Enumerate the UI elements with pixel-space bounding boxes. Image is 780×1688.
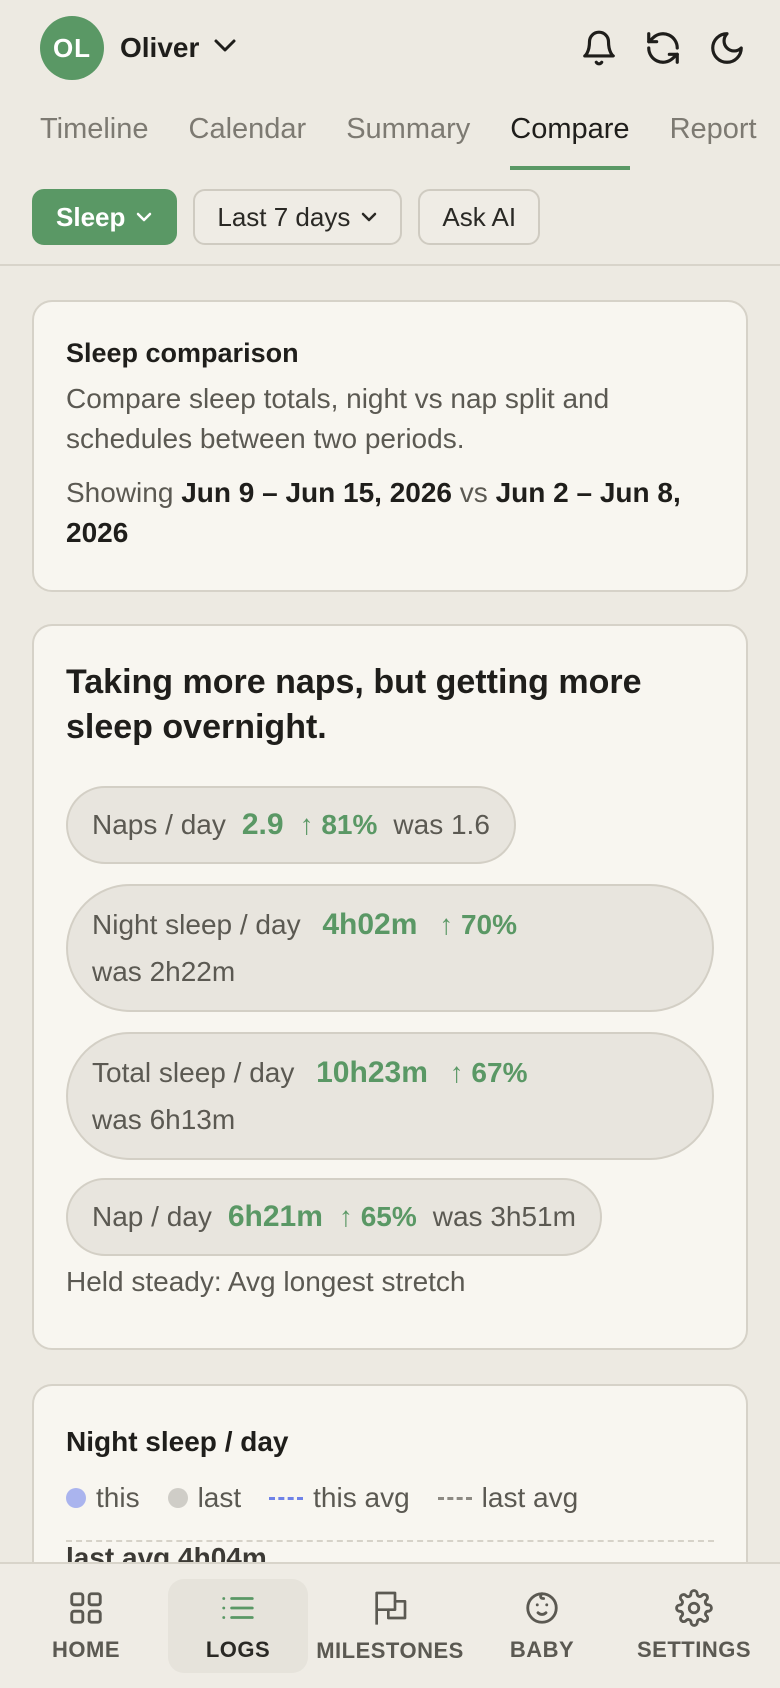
tab-timeline[interactable]: Timeline bbox=[40, 113, 149, 170]
card-title: Sleep comparison bbox=[66, 338, 299, 368]
chevron-down-icon[interactable] bbox=[213, 38, 237, 59]
metric-chip-night-sleep: Night sleep / day 4h02m ↑ 70% was 2h22m bbox=[66, 884, 714, 1012]
legend-label: this avg bbox=[313, 1482, 410, 1513]
current-range: Jun 9 – Jun 15, 2026 bbox=[181, 477, 452, 508]
nav-settings[interactable]: SETTINGS bbox=[624, 1579, 764, 1673]
grid-icon bbox=[70, 1592, 102, 1624]
refresh-icon[interactable] bbox=[642, 27, 684, 69]
metric-previous: was 3h51m bbox=[432, 1201, 576, 1232]
avatar[interactable]: OL bbox=[40, 16, 104, 80]
vs-label: vs bbox=[459, 477, 488, 508]
chevron-down-icon bbox=[362, 212, 377, 222]
chart-title: Night sleep / day bbox=[66, 1426, 289, 1457]
metric-label: Nap / day bbox=[92, 1201, 212, 1232]
legend-dot bbox=[66, 1488, 86, 1508]
list-icon bbox=[222, 1597, 254, 1619]
metric-value: 2.9 bbox=[241, 808, 284, 841]
nav-label: SETTINGS bbox=[636, 1637, 751, 1662]
gear-icon bbox=[675, 1589, 713, 1627]
metric-change: ↑ 65% bbox=[338, 1201, 417, 1232]
view-tabs: Timeline Calendar Summary Compare Report bbox=[0, 96, 780, 170]
metric-dropdown-label: Sleep bbox=[56, 201, 126, 232]
legend-item-last: last bbox=[167, 1482, 242, 1514]
nav-label: BABY bbox=[509, 1637, 575, 1662]
legend-dash bbox=[269, 1496, 304, 1500]
nav-home[interactable]: HOME bbox=[16, 1579, 156, 1673]
tab-report[interactable]: Report bbox=[670, 113, 757, 170]
metric-label: Naps / day bbox=[92, 809, 226, 840]
metric-chip-total-sleep: Total sleep / day 10h23m ↑ 67% was 6h13m bbox=[66, 1032, 714, 1160]
metric-previous: was 6h13m bbox=[92, 1104, 236, 1135]
sleep-comparison-card: Sleep comparison Compare sleep totals, n… bbox=[32, 300, 748, 592]
baby-face-icon bbox=[526, 1592, 558, 1624]
nav-milestones[interactable]: MILESTONES bbox=[316, 1579, 463, 1673]
metric-chip-nap: Nap / day 6h21m ↑ 65% was 3h51m bbox=[66, 1178, 602, 1256]
metric-label: Night sleep / day bbox=[92, 909, 301, 940]
tab-calendar[interactable]: Calendar bbox=[189, 113, 307, 170]
metric-previous: was 2h22m bbox=[92, 956, 236, 987]
legend-dot bbox=[167, 1488, 188, 1508]
nav-logs[interactable]: LOGS bbox=[168, 1579, 308, 1673]
bell-icon[interactable] bbox=[578, 27, 620, 69]
insight-headline: Taking more naps, but getting more sleep… bbox=[66, 663, 642, 746]
date-range-text: Showing Jun 9 – Jun 15, 2026 vs Jun 2 – … bbox=[66, 473, 714, 553]
chart-legend: this last this avg last avg bbox=[66, 1482, 714, 1514]
held-steady-text: Held steady: Avg longest stretch bbox=[66, 1266, 466, 1297]
legend-dash bbox=[437, 1496, 472, 1500]
metric-chip-naps: Naps / day 2.9 ↑ 81% was 1.6 bbox=[66, 786, 516, 864]
nav-label: HOME bbox=[52, 1637, 120, 1662]
nav-label: MILESTONES bbox=[316, 1638, 464, 1663]
metric-change: ↑ 70% bbox=[439, 909, 518, 940]
showing-label: Showing bbox=[66, 477, 174, 508]
metric-value: 6h21m bbox=[227, 1200, 323, 1233]
last-avg-line-label: last avg 4h04m bbox=[66, 1540, 714, 1564]
profile-name[interactable]: Oliver bbox=[120, 32, 199, 64]
insight-card: Taking more naps, but getting more sleep… bbox=[32, 624, 748, 1350]
card-description: Compare sleep totals, night vs nap split… bbox=[66, 383, 610, 454]
legend-item-this: this bbox=[66, 1482, 140, 1514]
metric-value: 4h02m bbox=[322, 908, 418, 941]
metric-label: Total sleep / day bbox=[92, 1057, 295, 1088]
ask-ai-label: Ask AI bbox=[442, 201, 517, 232]
legend-item-this-avg: this avg bbox=[269, 1482, 410, 1514]
tab-summary[interactable]: Summary bbox=[346, 113, 470, 170]
legend-item-last-avg: last avg bbox=[437, 1482, 579, 1514]
range-dropdown-label: Last 7 days bbox=[217, 201, 351, 232]
legend-label: last bbox=[197, 1482, 242, 1513]
metric-change: ↑ 81% bbox=[299, 809, 378, 840]
range-dropdown[interactable]: Last 7 days bbox=[193, 189, 403, 245]
metric-change: ↑ 67% bbox=[449, 1057, 528, 1088]
ask-ai-button[interactable]: Ask AI bbox=[418, 189, 541, 245]
metric-previous: was 1.6 bbox=[393, 809, 490, 840]
legend-label: this bbox=[96, 1482, 140, 1513]
tab-compare[interactable]: Compare bbox=[510, 113, 630, 170]
filter-bar: Sleep Last 7 days Ask AI bbox=[0, 170, 780, 266]
bottom-nav: HOME LOGS MILESTONES BABY SETTINGS bbox=[0, 1562, 780, 1688]
nav-baby[interactable]: BABY bbox=[472, 1579, 612, 1673]
app-header: OL Oliver bbox=[0, 0, 780, 96]
flag-icon bbox=[375, 1591, 407, 1625]
nav-label: LOGS bbox=[205, 1637, 271, 1662]
chevron-down-icon bbox=[137, 212, 152, 222]
legend-label: last avg bbox=[481, 1482, 579, 1513]
metric-dropdown[interactable]: Sleep bbox=[32, 189, 178, 245]
moon-icon[interactable] bbox=[706, 27, 748, 69]
metric-value: 10h23m bbox=[316, 1056, 428, 1089]
